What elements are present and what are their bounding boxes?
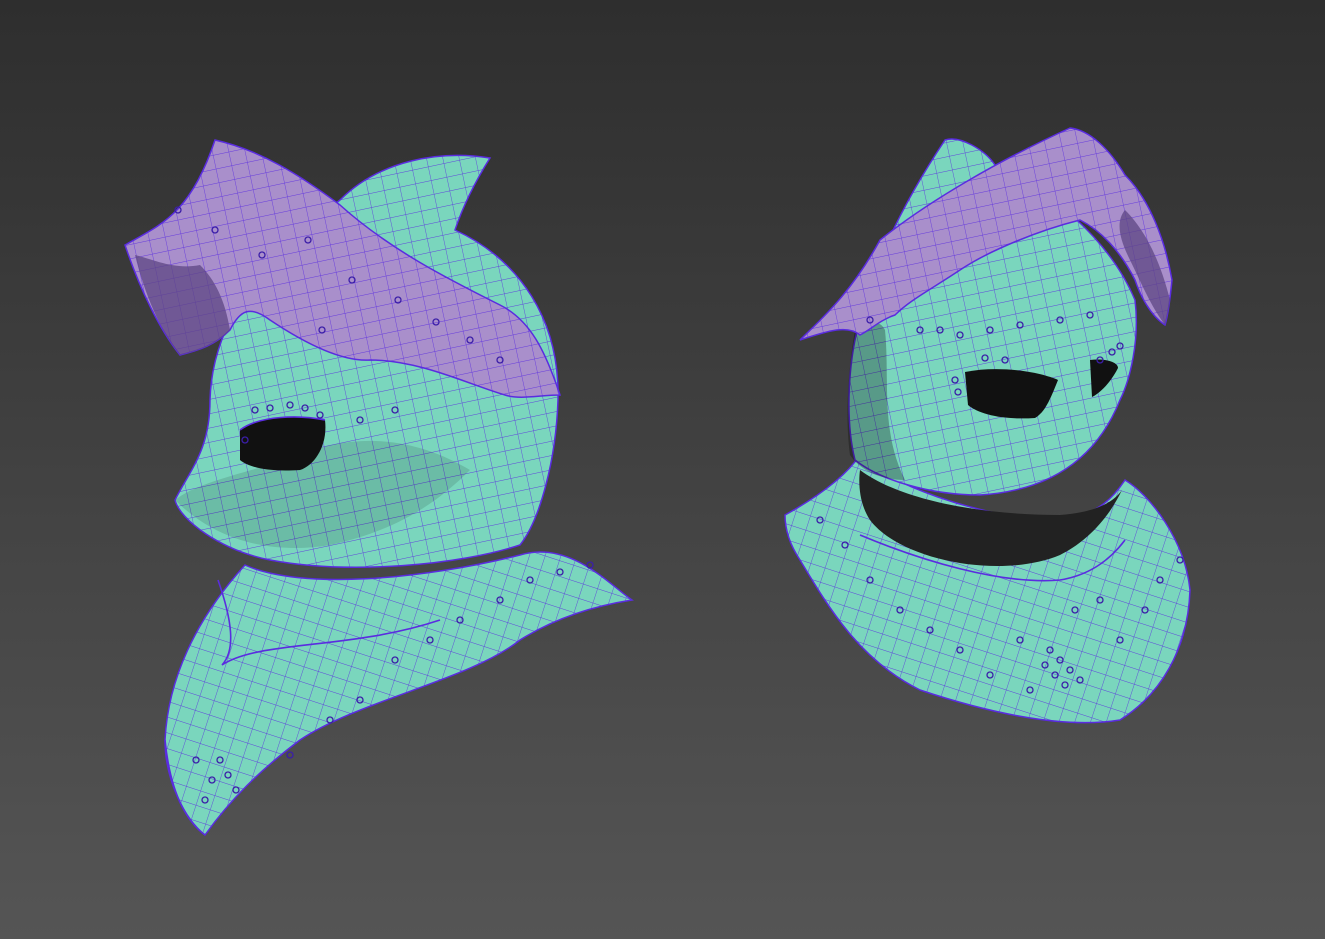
3d-viewport[interactable] bbox=[0, 0, 1325, 939]
viewport-scene[interactable] bbox=[0, 0, 1325, 939]
